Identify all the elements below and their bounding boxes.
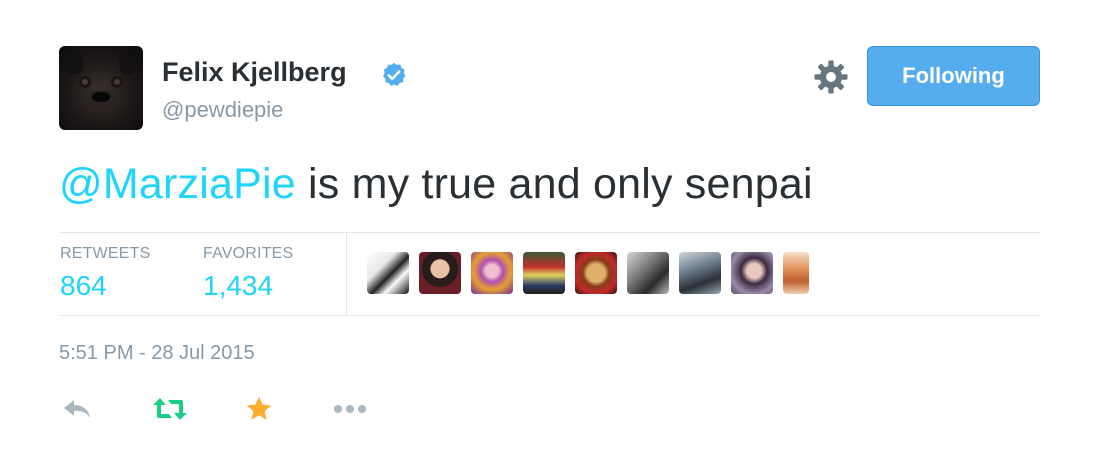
avatar-ear-left <box>63 50 83 74</box>
more-icon <box>334 405 366 413</box>
avatar-eye-left <box>79 76 91 88</box>
star-icon <box>246 396 272 420</box>
facepile-avatar[interactable] <box>471 252 513 294</box>
favorites-count[interactable]: 1,434 <box>203 270 273 302</box>
facepile-avatar[interactable] <box>783 252 809 294</box>
user-handle[interactable]: @pewdiepie <box>162 97 283 123</box>
facepile-avatar[interactable] <box>627 252 669 294</box>
retweets-label: RETWEETS <box>60 245 151 262</box>
retweets-count[interactable]: 864 <box>60 270 107 302</box>
more-button[interactable] <box>332 394 368 424</box>
tweet-timestamp[interactable]: 5:51 PM - 28 Jul 2015 <box>59 342 255 365</box>
retweet-button[interactable] <box>152 394 188 424</box>
gear-icon[interactable] <box>813 59 849 95</box>
facepile-avatar[interactable] <box>679 252 721 294</box>
stats-divider-vertical <box>346 233 347 315</box>
facepile-avatar[interactable] <box>367 252 409 294</box>
mention-link[interactable]: @MarziaPie <box>59 160 296 208</box>
facepile-avatar[interactable] <box>731 252 773 294</box>
favorites-label: FAVORITES <box>203 245 294 262</box>
favoriters-facepile <box>367 252 809 294</box>
following-button[interactable]: Following <box>867 46 1040 106</box>
stats-divider-top <box>59 232 1040 233</box>
tweet-text: @MarziaPie is my true and only senpai <box>59 160 813 209</box>
user-avatar[interactable] <box>59 46 143 130</box>
avatar-eye-right <box>111 76 123 88</box>
user-name[interactable]: Felix Kjellberg <box>162 57 347 88</box>
favorite-button[interactable] <box>245 394 273 424</box>
facepile-avatar[interactable] <box>575 252 617 294</box>
retweet-icon <box>153 398 187 420</box>
avatar-ear-right <box>119 50 139 74</box>
reply-button[interactable] <box>62 394 92 424</box>
tweet-body: is my true and only senpai <box>295 160 813 208</box>
facepile-avatar[interactable] <box>419 252 461 294</box>
verified-badge-icon <box>383 62 406 86</box>
stats-divider-bottom <box>59 315 1040 316</box>
reply-icon <box>64 400 90 418</box>
avatar-nose <box>92 92 110 102</box>
facepile-avatar[interactable] <box>523 252 565 294</box>
